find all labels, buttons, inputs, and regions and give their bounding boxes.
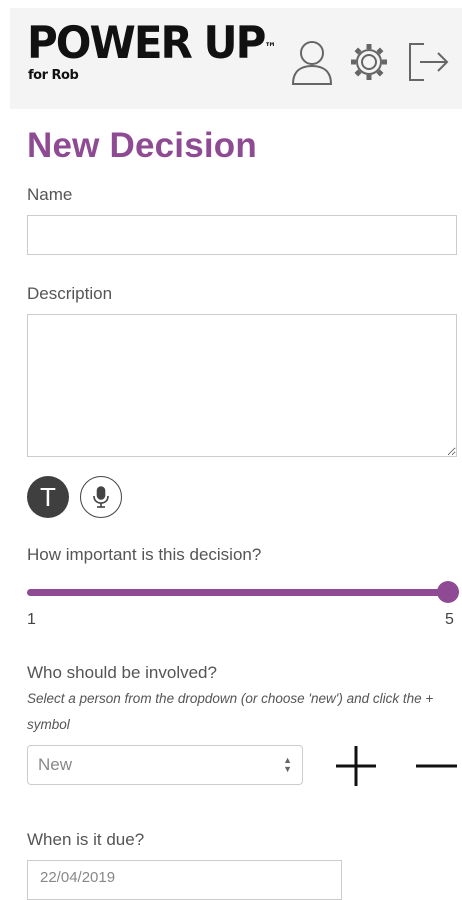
due-label: When is it due?	[27, 830, 145, 849]
logo-subtitle: for Rob	[28, 68, 79, 83]
microphone-icon	[93, 486, 109, 508]
description-textarea[interactable]	[27, 314, 457, 457]
text-button-label: T	[40, 481, 56, 512]
text-input-button[interactable]: T	[27, 476, 69, 518]
description-label: Description	[27, 284, 113, 303]
importance-slider-track[interactable]	[27, 589, 457, 596]
select-arrows-icon: ▲ ▼	[283, 755, 292, 774]
app-logo: POWER UP™	[27, 16, 277, 69]
importance-max-label: 5	[445, 611, 454, 628]
name-label: Name	[27, 185, 73, 204]
logo-trademark: ™	[264, 39, 277, 55]
add-person-button[interactable]	[334, 744, 378, 793]
user-icon[interactable]	[290, 38, 334, 86]
app-header: POWER UP™ for Rob	[10, 8, 462, 109]
remove-person-button[interactable]	[415, 752, 458, 785]
importance-min-label: 1	[27, 611, 36, 628]
person-select-value: New	[38, 755, 73, 774]
person-select[interactable]: New ▲ ▼	[27, 745, 303, 785]
due-date-input[interactable]: 22/04/2019	[27, 860, 342, 900]
page-title: New Decision	[27, 126, 257, 165]
plus-icon	[336, 746, 376, 786]
importance-label: How important is this decision?	[27, 545, 262, 564]
microphone-button[interactable]	[80, 476, 122, 518]
minus-icon	[416, 764, 457, 768]
involved-hint: Select a person from the dropdown (or ch…	[27, 691, 434, 732]
name-input[interactable]	[27, 215, 457, 255]
involved-label: Who should be involved?	[27, 663, 217, 682]
importance-slider-thumb[interactable]	[437, 581, 459, 603]
gear-icon[interactable]	[347, 38, 391, 86]
logout-icon[interactable]	[406, 38, 450, 86]
logo-text: POWER UP	[27, 16, 266, 69]
